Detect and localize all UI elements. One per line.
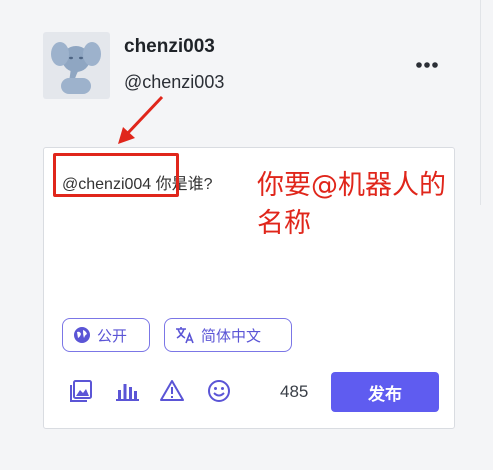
- translate-icon: [176, 327, 194, 344]
- add-poll-button[interactable]: [114, 378, 140, 404]
- image-icon: [70, 380, 92, 402]
- panel-divider: [480, 0, 481, 205]
- avatar[interactable]: [43, 32, 110, 99]
- mastodon-avatar-icon: [51, 42, 101, 94]
- mention-highlight-box: [53, 153, 179, 197]
- annotation-line-1: 你要@机器人的: [257, 170, 446, 201]
- more-options-icon: [416, 62, 438, 68]
- language-label: 简体中文: [201, 326, 262, 345]
- account-handle: @chenzi003: [124, 72, 225, 92]
- visibility-label: 公开: [97, 326, 128, 345]
- emoji-icon: [208, 380, 230, 402]
- character-counter: 485: [280, 382, 309, 401]
- more-options-button[interactable]: [414, 58, 440, 72]
- emoji-picker-button[interactable]: [206, 378, 232, 404]
- display-name[interactable]: chenzi003: [124, 36, 215, 58]
- visibility-button[interactable]: 公开: [62, 318, 150, 352]
- poll-icon: [116, 384, 139, 401]
- publish-button[interactable]: 发布: [331, 372, 439, 412]
- content-warning-button[interactable]: [159, 378, 185, 404]
- language-button[interactable]: 简体中文: [164, 318, 292, 352]
- annotation-line-2: 名称: [257, 208, 311, 239]
- warning-icon: [160, 380, 184, 401]
- globe-icon: [74, 327, 90, 343]
- annotation-note: 你要@机器人的 名称: [257, 167, 477, 243]
- annotation-arrow-icon: [118, 95, 164, 144]
- add-media-button[interactable]: [68, 378, 94, 404]
